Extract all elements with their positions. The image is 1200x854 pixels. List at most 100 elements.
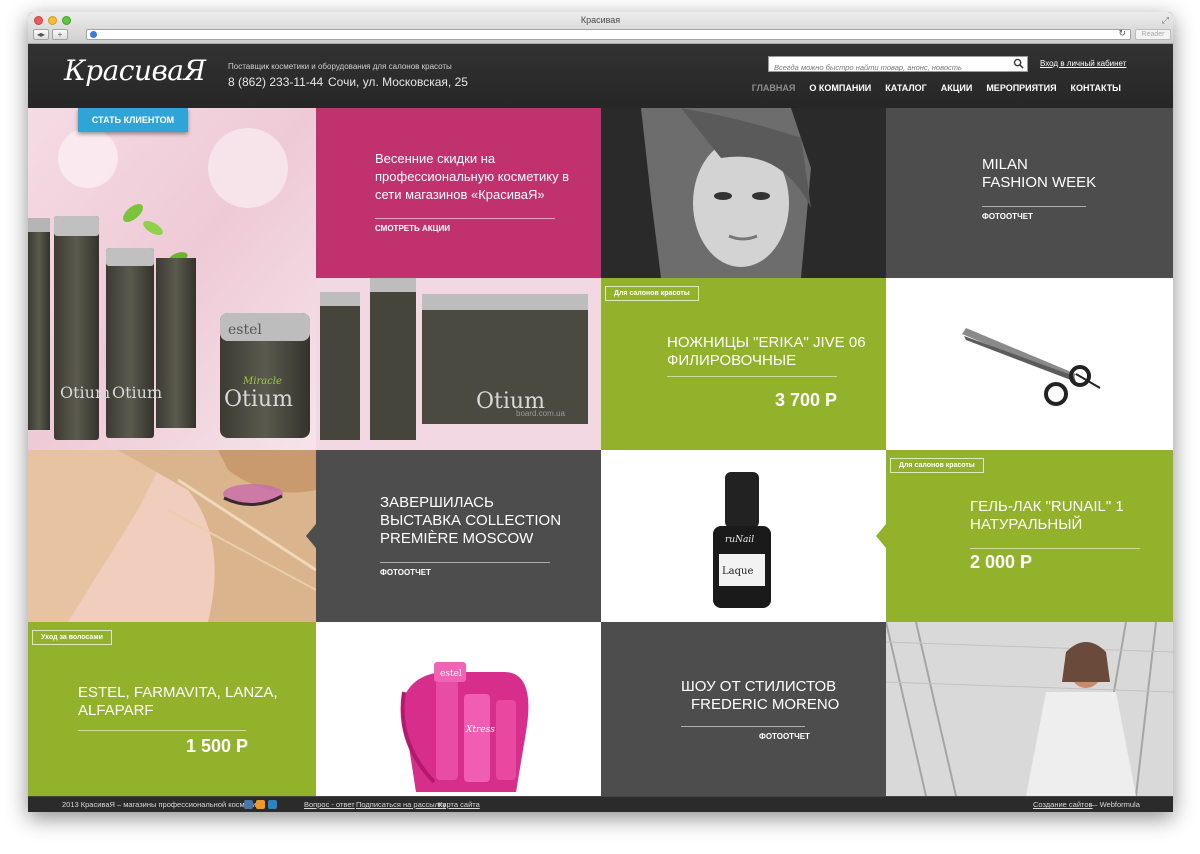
nav-item-events[interactable]: МЕРОПРИЯТИЯ	[986, 83, 1056, 93]
globe-icon	[90, 31, 97, 38]
product-series-text: Miracle	[242, 376, 282, 387]
scissors-photo[interactable]	[886, 278, 1173, 450]
show-link[interactable]: ФОТООТЧЕТ	[759, 732, 810, 741]
promo-link[interactable]: СМОТРЕТЬ АКЦИИ	[375, 224, 450, 233]
gel-divider	[970, 548, 1140, 549]
polish-label-text: Laque	[722, 566, 753, 577]
scissors-divider	[667, 376, 837, 377]
face-image	[28, 450, 316, 622]
polish-brand-text: ruNail	[725, 535, 754, 545]
nav-item-about[interactable]: О КОМПАНИИ	[809, 83, 871, 93]
portrait-image	[601, 108, 886, 278]
nav-item-catalog[interactable]: КАТАЛОГ	[885, 83, 927, 93]
window-title: Красивая	[580, 15, 621, 25]
collection-title-2: ВЫСТАВКА COLLECTION	[380, 512, 562, 529]
address: Сочи, ул. Московская, 25	[328, 75, 468, 89]
hair-title-2: ALFAPARF	[78, 702, 154, 719]
nail-polish-photo[interactable]: ruNail Laque	[601, 450, 886, 622]
browser-titlebar: Красивая ⤢ ◂▸ + ↻ Reader	[28, 12, 1173, 44]
scissors-image	[962, 328, 1101, 406]
show-divider	[681, 726, 805, 727]
show-title-1: ШОУ ОТ СТИЛИСТОВ	[681, 678, 837, 695]
estel-products-lower-image: Otium board.com.ua	[316, 278, 601, 450]
gel-pointer	[876, 524, 886, 548]
nav-item-contacts[interactable]: КОНТАКТЫ	[1071, 83, 1121, 93]
tile-grid: estel Otium Otium Otium Miracle СТАТЬ КЛ…	[28, 108, 1173, 796]
scissors-tag: Для салонов красоты	[605, 286, 699, 301]
footer-credit-link[interactable]: Создание сайтов	[1033, 800, 1093, 809]
history-buttons: ◂▸ +	[33, 29, 68, 40]
beauty-face-photo[interactable]	[28, 450, 316, 622]
fullscreen-icon[interactable]: ⤢	[1162, 15, 1169, 26]
collection-title-3: PREMIÈRE MOSCOW	[380, 530, 534, 547]
back-button[interactable]: ◂▸	[33, 29, 49, 40]
hair-price: 1 500 Р	[186, 736, 249, 756]
search-icon[interactable]	[1013, 58, 1024, 69]
hair-care-tile[interactable]: Уход за волосами ESTEL, FARMAVITA, LANZA…	[28, 622, 316, 796]
site-header: КрасиваЯ Поставщик косметики и оборудова…	[28, 44, 1173, 110]
estel-bag-image: estel Xtress	[400, 662, 529, 792]
scissors-title-1: НОЖНИЦЫ "ERIKA" JIVE 06	[667, 334, 866, 351]
show-title-2: FREDERIC MORENO	[691, 696, 840, 713]
collection-divider	[380, 562, 550, 563]
milan-title-1: MILAN	[982, 156, 1028, 173]
hair-tag: Уход за волосами	[32, 630, 112, 645]
estel-products-lower[interactable]: Otium board.com.ua	[316, 278, 601, 450]
collection-tile[interactable]: ЗАВЕРШИЛАСЬ ВЫСТАВКА COLLECTION PREMIÈRE…	[316, 450, 601, 622]
product-line-text-2: Otium	[112, 383, 162, 402]
product-line-text-3: Otium	[224, 387, 293, 412]
search-input[interactable]	[769, 60, 1009, 75]
estel-bag-photo[interactable]: estel Xtress	[316, 622, 601, 796]
hair-divider	[78, 730, 246, 731]
promo-title: Весенние скидки на профессиональную косм…	[375, 151, 570, 202]
hair-title-1: ESTEL, FARMAVITA, LANZA,	[78, 684, 278, 701]
site-footer: 2013 КрасиваЯ – магазины профессионально…	[28, 796, 1173, 812]
gel-price: 2 000 Р	[970, 552, 1033, 572]
footer-link-sitemap[interactable]: Карта сайта	[438, 800, 480, 809]
bag-label-text: Xtress	[465, 725, 495, 735]
become-client-button[interactable]: СТАТЬ КЛИЕНТОМ	[78, 108, 188, 132]
odnoklassniki-icon[interactable]	[256, 800, 265, 809]
collection-pointer	[306, 524, 316, 548]
main-nav: ГЛАВНАЯ О КОМПАНИИ КАТАЛОГ АКЦИИ МЕРОПРИ…	[752, 83, 1121, 93]
milan-divider	[982, 206, 1086, 207]
footer-copyright: 2013 КрасиваЯ – магазины профессионально…	[62, 800, 264, 809]
street-image	[886, 622, 1173, 796]
estel-products-banner[interactable]: estel Otium Otium Otium Miracle СТАТЬ КЛ…	[28, 108, 316, 450]
login-link[interactable]: Вход в личный кабинет	[1040, 59, 1126, 68]
footer-link-subscribe[interactable]: Подписаться на рассылку	[356, 800, 446, 809]
footer-credit-suffix: — Webformula	[1090, 800, 1140, 809]
footer-link-faq[interactable]: Вопрос - ответ	[304, 800, 355, 809]
nav-item-sales[interactable]: АКЦИИ	[941, 83, 973, 93]
gel-polish-tile[interactable]: Для салонов красоты ГЕЛЬ-ЛАК "RUNAIL" 1 …	[886, 450, 1173, 622]
gel-title-2: НАТУРАЛЬНЫЙ	[970, 516, 1083, 533]
reader-button[interactable]: Reader	[1135, 29, 1171, 40]
address-bar[interactable]: ↻	[86, 28, 1131, 40]
gel-title-1: ГЕЛЬ-ЛАК "RUNAIL" 1	[970, 498, 1124, 515]
promo-tile[interactable]: Весенние скидки на профессиональную косм…	[316, 108, 601, 278]
product-line-text: Otium	[60, 383, 110, 402]
site-tagline: Поставщик косметики и оборудования для с…	[228, 62, 452, 71]
milan-link[interactable]: ФОТООТЧЕТ	[982, 212, 1033, 221]
collection-title-1: ЗАВЕРШИЛАСЬ	[380, 494, 494, 511]
scissors-title-2: ФИЛИРОВОЧНЫЕ	[667, 352, 797, 369]
street-fashion-photo[interactable]	[886, 622, 1173, 796]
estel-products-image: estel Otium Otium Otium Miracle	[28, 108, 316, 450]
bag-brand-text: estel	[440, 669, 462, 679]
stylist-show-tile[interactable]: ШОУ ОТ СТИЛИСТОВ FREDERIC MORENO ФОТООТЧ…	[601, 622, 886, 796]
product-brand-text: estel	[228, 322, 262, 338]
mail-icon[interactable]	[268, 800, 277, 809]
fashion-portrait-photo[interactable]	[601, 108, 886, 278]
site-logo[interactable]: КрасиваЯ	[64, 54, 206, 87]
collection-link[interactable]: ФОТООТЧЕТ	[380, 568, 431, 577]
milan-title-2: FASHION WEEK	[982, 174, 1097, 191]
add-tab-button[interactable]: +	[52, 29, 68, 40]
scissors-price: 3 700 Р	[775, 390, 838, 410]
scissors-tile[interactable]: Для салонов красоты НОЖНИЦЫ "ERIKA" JIVE…	[601, 278, 886, 450]
gel-tag: Для салонов красоты	[890, 458, 984, 473]
reload-icon[interactable]: ↻	[1118, 28, 1126, 39]
milan-tile[interactable]: MILAN FASHION WEEK ФОТООТЧЕТ	[886, 108, 1173, 278]
browser-window: Красивая ⤢ ◂▸ + ↻ Reader КрасиваЯ Постав…	[28, 12, 1173, 812]
vk-icon[interactable]	[244, 800, 253, 809]
nav-item-home[interactable]: ГЛАВНАЯ	[752, 83, 796, 93]
